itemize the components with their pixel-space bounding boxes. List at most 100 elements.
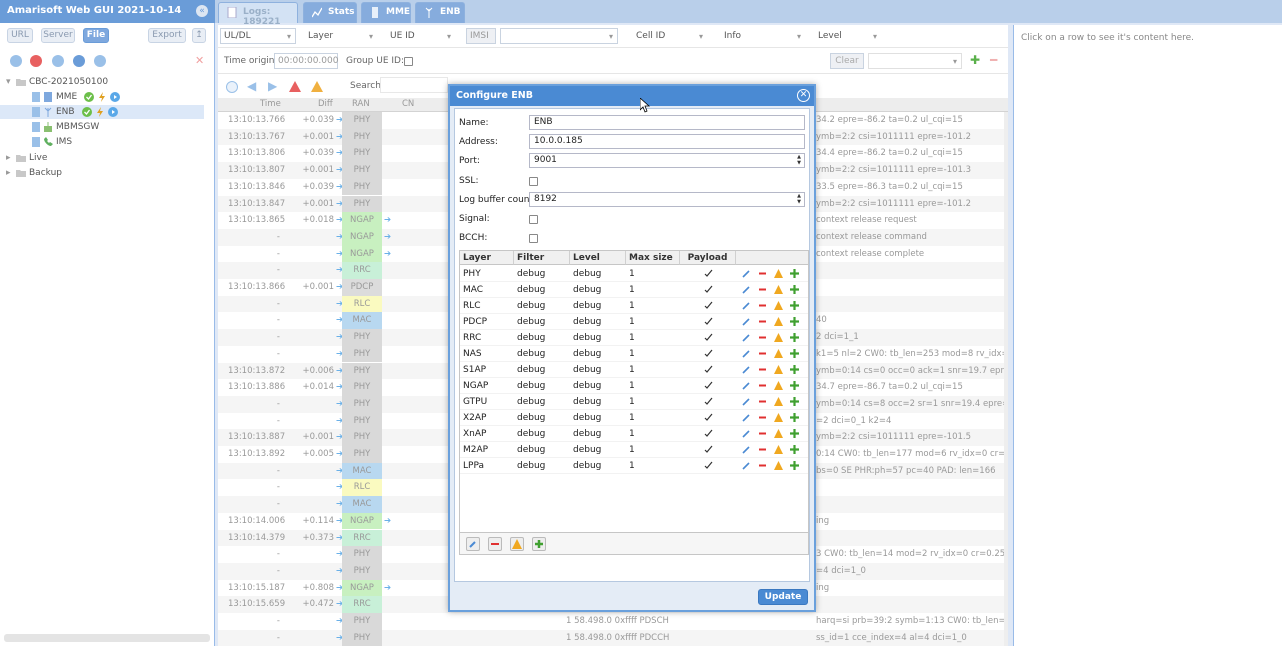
remove-icon[interactable]	[758, 381, 767, 390]
tab-logs[interactable]: Logs: 189221	[218, 2, 298, 27]
name-field[interactable]: ENB	[529, 115, 805, 130]
edit-icon[interactable]	[742, 349, 751, 358]
remove-icon[interactable]	[758, 429, 767, 438]
layer-column-header[interactable]: Layer	[460, 251, 514, 265]
tree-item-mme[interactable]: MME	[0, 90, 204, 104]
add-icon[interactable]: ✚	[970, 54, 980, 66]
warning-icon[interactable]	[311, 81, 323, 92]
check-icon[interactable]	[84, 92, 94, 102]
edit-icon[interactable]	[94, 55, 106, 67]
tree-root[interactable]: ▾ CBC-2021050100	[0, 75, 204, 89]
edit-icon[interactable]	[742, 445, 751, 454]
remove-icon[interactable]	[488, 537, 502, 551]
warning-icon[interactable]	[774, 349, 783, 358]
log-buffer-field[interactable]: 8192 ▲ ▼	[529, 192, 805, 207]
warning-icon[interactable]	[774, 461, 783, 470]
tree-group-backup[interactable]: ▸ Backup	[0, 166, 204, 180]
edit-icon[interactable]	[742, 301, 751, 310]
edit-icon[interactable]	[742, 285, 751, 294]
add-icon[interactable]	[790, 397, 799, 406]
remove-icon[interactable]	[758, 365, 767, 374]
tree-item-ims[interactable]: IMS	[0, 135, 204, 149]
add-icon[interactable]	[790, 349, 799, 358]
edit-icon[interactable]	[742, 413, 751, 422]
add-icon[interactable]	[790, 413, 799, 422]
url-button[interactable]: URL	[7, 28, 33, 43]
checkmark-icon[interactable]	[704, 365, 713, 374]
arrow-left-icon[interactable]: ◀	[247, 80, 256, 92]
checkmark-icon[interactable]	[704, 429, 713, 438]
remove-icon[interactable]	[758, 301, 767, 310]
add-icon[interactable]	[790, 317, 799, 326]
warning-icon[interactable]	[774, 445, 783, 454]
collapse-icon[interactable]: «	[196, 5, 208, 17]
tab-mme[interactable]: MME	[361, 2, 411, 23]
remove-icon[interactable]	[758, 333, 767, 342]
play-icon[interactable]	[110, 92, 120, 102]
checkmark-icon[interactable]	[704, 461, 713, 470]
warning-icon[interactable]	[774, 333, 783, 342]
layer-row[interactable]: RRC debug debug 1	[460, 330, 808, 346]
search-input[interactable]	[380, 77, 448, 93]
server-button[interactable]: Server	[41, 28, 75, 43]
tree-group-live[interactable]: ▸ Live	[0, 151, 204, 165]
remove-icon[interactable]	[758, 317, 767, 326]
layer-row[interactable]: RLC debug debug 1	[460, 298, 808, 314]
checkmark-icon[interactable]	[704, 445, 713, 454]
layer-row[interactable]: LPPa debug debug 1	[460, 458, 808, 474]
layer-row[interactable]: S1AP debug debug 1	[460, 362, 808, 378]
layer-select[interactable]: Layer ▾	[304, 28, 378, 44]
time-origin-input[interactable]: 00:00:00.000	[274, 53, 338, 69]
layer-row[interactable]: X2AP debug debug 1	[460, 410, 808, 426]
remove-icon[interactable]	[758, 413, 767, 422]
layer-row[interactable]: NAS debug debug 1	[460, 346, 808, 362]
group-ue-checkbox[interactable]	[404, 57, 413, 66]
warning-icon[interactable]	[774, 413, 783, 422]
upload-icon[interactable]: ↥	[192, 28, 206, 43]
checkmark-icon[interactable]	[704, 397, 713, 406]
add-icon[interactable]	[790, 269, 799, 278]
preset-select[interactable]: ▾	[868, 53, 962, 69]
filter-column-header[interactable]: Filter	[514, 251, 570, 265]
remove-icon[interactable]	[758, 461, 767, 470]
bcch-checkbox[interactable]	[529, 234, 538, 243]
edit-icon[interactable]	[742, 381, 751, 390]
warning-icon[interactable]	[774, 365, 783, 374]
edit-icon[interactable]	[466, 537, 480, 551]
export-button[interactable]: Export	[148, 28, 186, 43]
remove-icon[interactable]	[758, 397, 767, 406]
edit-icon[interactable]	[742, 333, 751, 342]
checkmark-icon[interactable]	[704, 269, 713, 278]
tab-enb[interactable]: ENB	[415, 2, 465, 23]
add-icon[interactable]	[790, 429, 799, 438]
add-icon[interactable]	[532, 537, 546, 551]
remove-icon[interactable]	[758, 285, 767, 294]
layer-row[interactable]: M2AP debug debug 1	[460, 442, 808, 458]
warning-icon[interactable]	[774, 269, 783, 278]
tree-item-mbmsgw[interactable]: MBMSGW	[0, 120, 204, 134]
checkmark-icon[interactable]	[704, 381, 713, 390]
level-column-header[interactable]: Level	[570, 251, 626, 265]
layer-row[interactable]: MAC debug debug 1	[460, 282, 808, 298]
spinner-icon[interactable]: ▲ ▼	[797, 193, 801, 205]
edit-icon[interactable]	[742, 397, 751, 406]
layer-row[interactable]: PDCP debug debug 1	[460, 314, 808, 330]
maxsize-column-header[interactable]: Max size	[626, 251, 680, 265]
remove-icon[interactable]	[758, 269, 767, 278]
add-icon[interactable]	[790, 381, 799, 390]
warning-icon[interactable]	[774, 397, 783, 406]
horizontal-scrollbar[interactable]	[4, 634, 210, 642]
add-icon[interactable]	[790, 333, 799, 342]
edit-icon[interactable]	[742, 317, 751, 326]
add-icon[interactable]	[790, 285, 799, 294]
lightning-icon[interactable]	[97, 92, 107, 102]
ssl-checkbox[interactable]	[529, 177, 538, 186]
checkmark-icon[interactable]	[704, 413, 713, 422]
dialog-title[interactable]: Configure ENB	[450, 86, 814, 106]
warning-icon[interactable]	[774, 285, 783, 294]
imsi-select[interactable]: ▾	[500, 28, 618, 44]
tree-item-enb[interactable]: ENB	[0, 105, 204, 119]
add-icon[interactable]	[790, 365, 799, 374]
arrow-right-icon[interactable]: ▶	[268, 80, 277, 92]
close-icon[interactable]: ✕	[797, 89, 810, 102]
